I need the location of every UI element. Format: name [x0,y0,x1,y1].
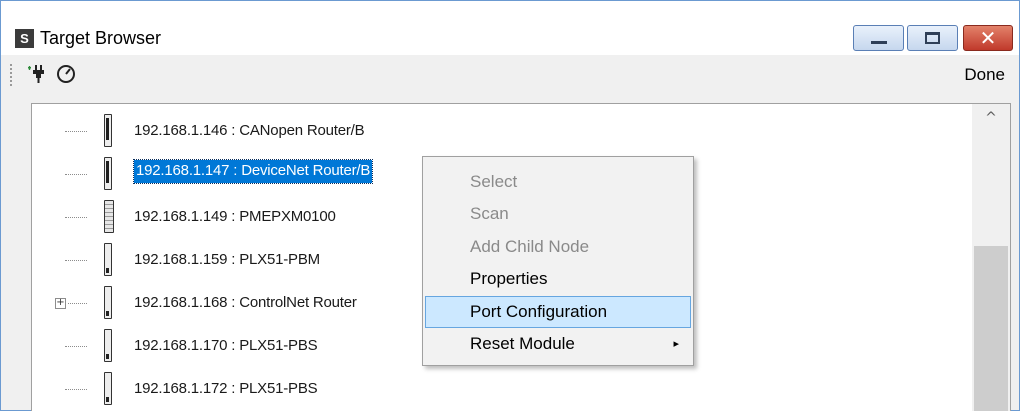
tree-connector [65,260,87,261]
tree-node-label[interactable]: 192.168.1.149 : PMEPXM0100 [134,208,336,225]
maximize-icon [925,32,940,44]
scrollbar-thumb[interactable] [974,246,1008,411]
close-button[interactable]: ✕ [963,25,1013,51]
tree-node-label[interactable]: 192.168.1.168 : ControlNet Router [134,294,357,311]
tree-node-label[interactable]: 192.168.1.147 : DeviceNet Router/B [132,159,374,184]
minimize-icon [871,41,887,44]
minimize-button[interactable] [853,25,904,51]
tree-connector [65,346,87,347]
menu-item-reset-module[interactable]: Reset Module ▸ [425,328,691,360]
target-browser-window: S Target Browser ✕ Done 192.168.1.146: … [0,0,1020,411]
title-bar[interactable]: S Target Browser ✕ [1,1,1019,55]
tree-node[interactable]: 192.168.1.172 : PLX51-PBS [32,372,972,408]
menu-item-reset-module-label: Reset Module [470,334,575,353]
tree-connector [65,131,87,132]
connect-plug-icon[interactable] [27,61,49,85]
done-button[interactable]: Done [964,65,1005,85]
window-title: Target Browser [40,28,162,48]
module-icon [104,329,112,362]
menu-item-port-configuration[interactable]: Port Configuration [425,296,691,328]
submenu-arrow-icon: ▸ [673,337,679,350]
tree-node-label[interactable]: 192.168.1.170 : PLX51-PBS [134,337,318,354]
vertical-scrollbar[interactable]: ^ [972,104,1010,411]
menu-item-scan[interactable]: Scan [425,198,691,230]
close-icon: ✕ [979,26,997,50]
expand-icon[interactable]: + [55,298,66,309]
module-icon [104,372,112,405]
app-icon: S [15,29,34,48]
context-menu: Select Scan Add Child Node Properties Po… [422,156,694,366]
menu-item-add-child-node[interactable]: Add Child Node [425,231,691,263]
toolbar: Done [1,56,1019,96]
tree-node-label[interactable]: 192.168.1.159 : PLX51-PBM [134,251,320,268]
tree-node-label[interactable]: 192.168.1.172 : PLX51-PBS [134,380,318,397]
tree-connector [65,389,87,390]
menu-item-properties[interactable]: Properties [425,263,691,295]
tree-node[interactable]: 192.168.1.146 : CANopen Router/B [32,114,972,150]
module-icon [104,200,114,233]
module-icon [104,114,112,147]
tree-connector [65,174,87,175]
tree-connector [65,217,87,218]
tree-connector [68,303,87,304]
menu-item-select[interactable]: Select [425,166,691,198]
toolbar-grip[interactable] [10,64,12,86]
module-icon [104,157,112,190]
module-icon [104,286,112,319]
scroll-up-icon[interactable]: ^ [982,110,1000,128]
maximize-button[interactable] [907,25,958,51]
tree-node-label[interactable]: 192.168.1.146 : CANopen Router/B [134,122,365,139]
module-icon [104,243,112,276]
gauge-icon[interactable] [55,61,77,85]
